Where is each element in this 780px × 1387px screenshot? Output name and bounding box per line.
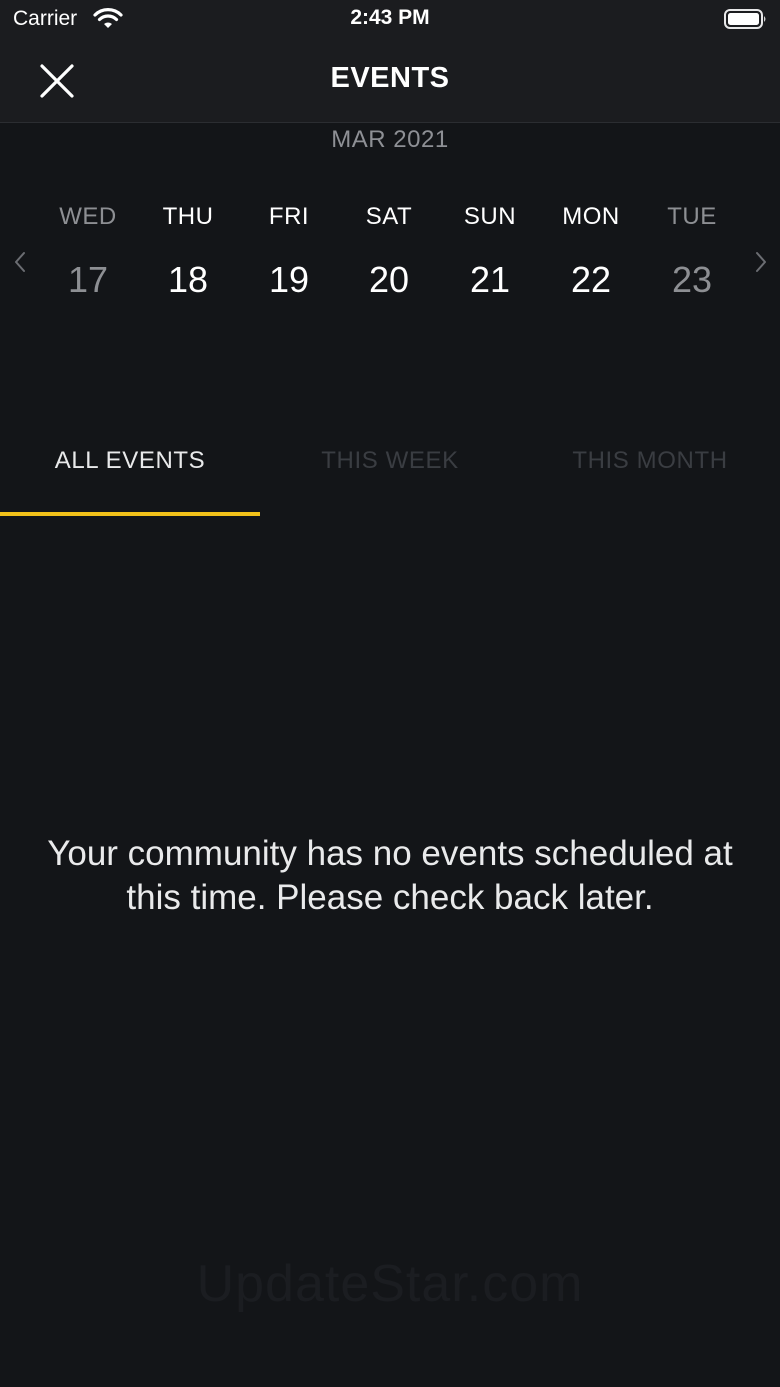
calendar-day-sat[interactable]: SAT 20 xyxy=(339,200,439,302)
calendar-day-fri[interactable]: FRI 19 xyxy=(239,200,339,302)
chevron-right-icon xyxy=(756,252,766,272)
day-name: SUN xyxy=(463,203,517,230)
status-bar: Carrier 2:43 PM xyxy=(0,0,780,40)
day-name: THU xyxy=(162,203,214,230)
calendar-day-thu[interactable]: THU 18 xyxy=(138,200,238,302)
day-number: 23 xyxy=(671,259,713,300)
day-name: TUE xyxy=(667,203,717,230)
calendar-prev-button[interactable] xyxy=(8,250,32,274)
event-filter-tabs: ALL EVENTS THIS WEEK THIS MONTH xyxy=(0,420,780,516)
calendar-next-button[interactable] xyxy=(749,250,773,274)
day-number: 17 xyxy=(67,259,109,300)
active-tab-indicator xyxy=(0,512,260,516)
day-number: 19 xyxy=(268,259,310,300)
day-name: MON xyxy=(562,203,620,230)
day-number: 20 xyxy=(368,259,410,300)
chevron-left-icon xyxy=(15,252,25,272)
empty-state-message: Your community has no events scheduled a… xyxy=(47,834,733,917)
app-header: Carrier 2:43 PM EVENTS xyxy=(0,0,780,123)
day-name: WED xyxy=(59,203,117,230)
day-number: 21 xyxy=(469,259,511,300)
tab-this-week[interactable]: THIS WEEK xyxy=(260,420,520,512)
calendar-day-wed[interactable]: WED 17 xyxy=(38,200,138,302)
battery-icon xyxy=(724,9,766,29)
calendar-day-tue[interactable]: TUE 23 xyxy=(642,200,742,302)
watermark: UpdateStar.com xyxy=(196,1255,584,1313)
status-time: 2:43 PM xyxy=(350,6,430,29)
tab-all-events[interactable]: ALL EVENTS xyxy=(0,420,260,512)
calendar-day-mon[interactable]: MON 22 xyxy=(541,200,641,302)
calendar-month-label: MAR 2021 xyxy=(331,126,449,153)
tab-this-month[interactable]: THIS MONTH xyxy=(520,420,780,512)
day-number: 18 xyxy=(167,259,209,300)
day-name: SAT xyxy=(365,203,413,230)
day-name: FRI xyxy=(268,203,310,230)
page-title: EVENTS xyxy=(330,62,450,94)
calendar-day-sun[interactable]: SUN 21 xyxy=(440,200,540,302)
day-number: 22 xyxy=(570,259,612,300)
